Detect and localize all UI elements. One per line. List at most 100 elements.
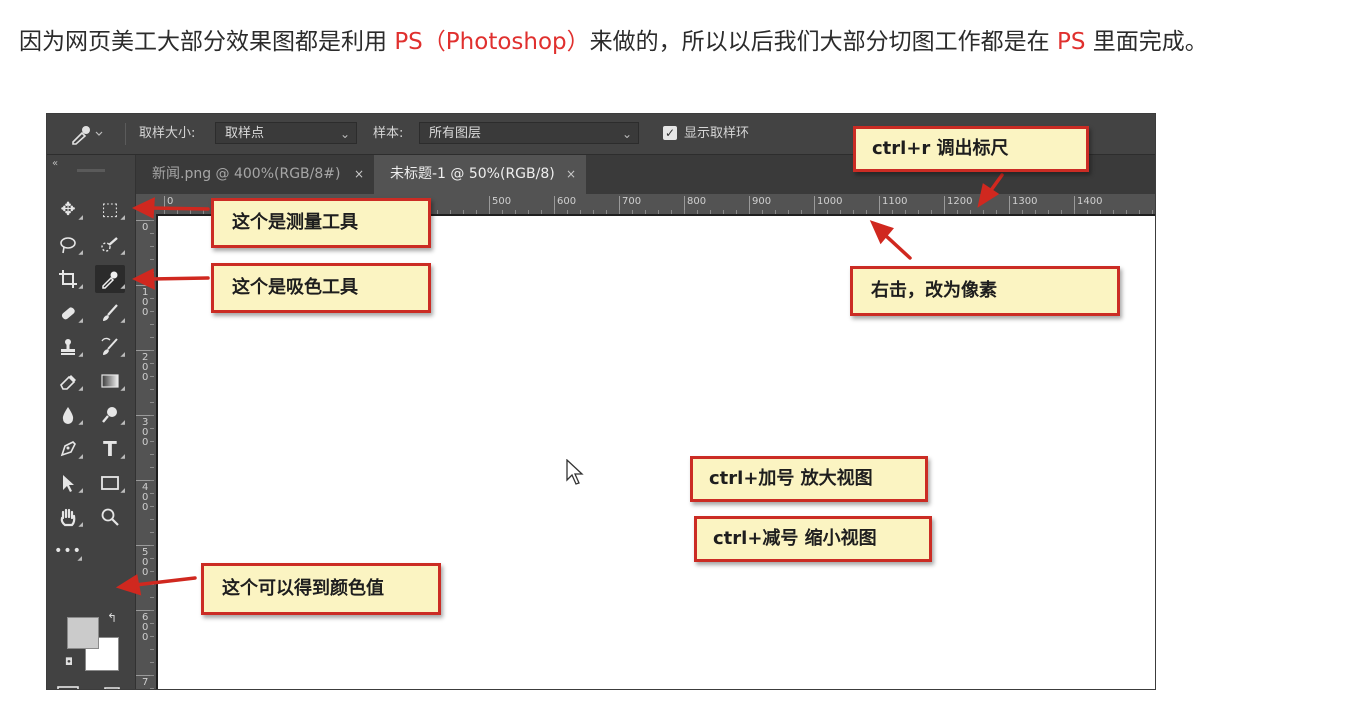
ruler-minor-tick <box>150 636 154 637</box>
gradient-tool[interactable]: ◢ <box>95 367 125 395</box>
ruler-minor-tick <box>905 210 906 214</box>
ruler-minor-tick <box>658 210 659 214</box>
swap-colors-icon[interactable]: ↰ <box>107 611 117 625</box>
ruler-minor-tick <box>150 558 154 559</box>
ruler-minor-tick <box>1113 210 1114 214</box>
blur-tool[interactable]: ◢ <box>53 401 83 429</box>
callout-color-value: 这个可以得到颜色值 <box>201 563 441 615</box>
ruler-label: 1200 <box>947 196 973 207</box>
ruler-minor-tick <box>1061 210 1062 214</box>
sample-size-select[interactable]: 取样点 ⌄ <box>215 122 357 144</box>
ruler-minor-tick <box>150 376 154 377</box>
brush-tool[interactable]: ◢ <box>95 299 125 327</box>
eyedropper-tool[interactable]: ◢ <box>95 265 125 293</box>
foreground-color-swatch[interactable] <box>67 617 99 649</box>
intro-ps-2: PS <box>1056 29 1086 55</box>
ruler-minor-tick <box>892 210 893 214</box>
intro-paren-close: ） <box>566 29 590 55</box>
zoom-tool[interactable] <box>95 503 125 531</box>
tab-label: 新闻.png @ 400%(RGB/8#) <box>152 166 341 182</box>
tools-panel: « ✥ ◢ ⬚ ◢ ◢ ◢ ◢ ◢ ◢ ◢ ◢ ◢ ◢ ◢ ◢ ◢ ◢ T ◢ … <box>47 155 136 689</box>
hand-tool[interactable]: ◢ <box>53 503 83 531</box>
close-icon[interactable]: × <box>354 155 364 194</box>
pen-tool[interactable]: ◢ <box>53 435 83 463</box>
ruler-minor-tick <box>983 210 984 214</box>
crop-tool[interactable]: ◢ <box>53 265 83 293</box>
ruler-minor-tick <box>150 441 154 442</box>
ruler-minor-tick <box>150 246 154 247</box>
ruler-label: 1100 <box>882 196 908 207</box>
ruler-minor-tick <box>840 210 841 214</box>
type-tool[interactable]: T ◢ <box>95 435 125 463</box>
ruler-minor-tick <box>463 210 464 214</box>
ruler-label: 500 <box>142 547 149 578</box>
ruler-label: 1400 <box>1077 196 1103 207</box>
ruler-corner[interactable] <box>136 194 156 216</box>
ruler-minor-tick <box>150 298 154 299</box>
screen-mode-icon[interactable] <box>95 681 125 689</box>
ruler-minor-tick <box>944 210 945 214</box>
ruler-minor-tick <box>801 210 802 214</box>
callout-text: ctrl+加号 放大视图 <box>709 468 873 489</box>
ruler-minor-tick <box>697 210 698 214</box>
dodge-tool[interactable]: ◢ <box>95 401 125 429</box>
stamp-tool[interactable]: ◢ <box>53 333 83 361</box>
ruler-minor-tick <box>814 210 815 214</box>
ruler-minor-tick <box>150 350 154 351</box>
rectangle-tool[interactable]: ◢ <box>95 469 125 497</box>
ruler-minor-tick <box>150 480 154 481</box>
intro-ps: PS <box>394 29 423 55</box>
ruler-minor-tick <box>918 210 919 214</box>
callout-zoom-out: ctrl+减号 缩小视图 <box>694 516 932 562</box>
ruler-label: 0 <box>142 222 149 233</box>
mouse-pointer-icon <box>566 458 584 491</box>
sample-size-value: 取样点 <box>225 126 265 141</box>
ruler-minor-tick <box>150 363 154 364</box>
quick-select-tool[interactable]: ◢ <box>95 231 125 259</box>
quick-mask-icon[interactable] <box>53 681 83 689</box>
ruler-minor-tick <box>150 688 154 689</box>
ruler-minor-tick <box>150 389 154 390</box>
ruler-minor-tick <box>150 584 154 585</box>
eraser-tool[interactable]: ◢ <box>53 367 83 395</box>
default-colors-icon[interactable]: ◘ <box>65 657 73 668</box>
ruler-label: 7 <box>142 677 149 688</box>
history-brush-tool[interactable]: ◢ <box>95 333 125 361</box>
ruler-minor-tick <box>736 210 737 214</box>
ruler-minor-tick <box>502 210 503 214</box>
sample-value: 所有图层 <box>429 126 482 141</box>
ruler-minor-tick <box>150 571 154 572</box>
tab-news-png[interactable]: 新闻.png @ 400%(RGB/8#) × <box>136 155 374 194</box>
tab-untitled-1[interactable]: 未标题-1 @ 50%(RGB/8) × <box>374 155 586 194</box>
ruler-minor-tick <box>150 259 154 260</box>
move-tool[interactable]: ✥ ◢ <box>53 196 83 224</box>
panel-grip[interactable] <box>77 169 105 172</box>
ruler-minor-tick <box>150 662 154 663</box>
sample-select[interactable]: 所有图层 ⌄ <box>419 122 639 144</box>
ruler-minor-tick <box>931 210 932 214</box>
vertical-ruler[interactable]: 0 100 200 300 400 500 600 7 <box>136 216 158 689</box>
marquee-tool[interactable]: ⬚ ◢ <box>95 196 125 224</box>
more-tools-icon[interactable]: ••• ◢ <box>53 537 83 565</box>
show-ring-checkbox[interactable]: ✓ <box>663 126 677 140</box>
path-selection-tool[interactable]: ◢ <box>53 469 83 497</box>
ruler-minor-tick <box>150 337 154 338</box>
intro-part-1: 因为网页美工大部分效果图都是利用 <box>19 29 395 55</box>
ruler-label: 900 <box>752 196 772 207</box>
ruler-minor-tick <box>632 210 633 214</box>
ruler-minor-tick <box>996 210 997 214</box>
show-ring-label: 显示取样环 <box>684 126 750 141</box>
intro-text: 因为网页美工大部分效果图都是利用 PS（Photoshop）来做的，所以以后我们… <box>19 26 1208 58</box>
callout-right-click: 右击，改为像素 <box>850 266 1120 316</box>
eyedropper-preset-icon[interactable] <box>69 123 105 149</box>
ruler-minor-tick <box>541 210 542 214</box>
collapse-panel-icon[interactable]: « <box>52 158 58 169</box>
ruler-minor-tick <box>1100 210 1101 214</box>
ruler-minor-tick <box>606 210 607 214</box>
healing-brush-tool[interactable]: ◢ <box>53 299 83 327</box>
close-icon[interactable]: × <box>566 155 576 194</box>
ruler-label: 600 <box>557 196 577 207</box>
ruler-minor-tick <box>528 210 529 214</box>
callout-text: 这个是测量工具 <box>232 212 358 233</box>
lasso-tool[interactable]: ◢ <box>53 231 83 259</box>
